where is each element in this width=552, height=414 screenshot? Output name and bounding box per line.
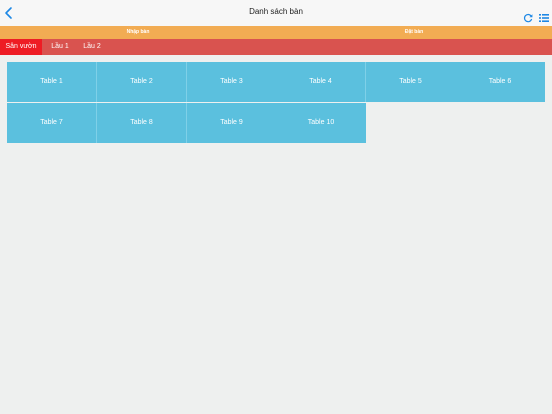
area-tab-lau-1[interactable]: Lầu 1 [44, 39, 76, 55]
table-item[interactable]: Table 3 [187, 62, 277, 102]
nav-bar: Danh sách bàn [0, 0, 552, 27]
order-tab-bar: Nhập bàn Đặt bàn [0, 26, 552, 39]
refresh-icon [523, 13, 533, 23]
table-item[interactable]: Table 7 [7, 103, 97, 143]
list-icon [539, 14, 549, 22]
table-item[interactable]: Table 2 [97, 62, 187, 102]
list-view-button[interactable] [539, 10, 549, 22]
table-item[interactable]: Table 5 [366, 62, 456, 102]
table-item[interactable]: Table 10 [276, 103, 366, 143]
table-item[interactable]: Table 9 [187, 103, 277, 143]
area-tab-bar: Sân vườn Lầu 1 Lầu 2 [0, 39, 552, 55]
table-item[interactable]: Table 4 [276, 62, 366, 102]
table-item[interactable]: Table 8 [97, 103, 187, 143]
page-title: Danh sách bàn [249, 7, 303, 16]
area-tab-san-vuon[interactable]: Sân vườn [0, 39, 42, 55]
table-item[interactable]: Table 1 [7, 62, 97, 102]
refresh-button[interactable] [523, 10, 533, 23]
table-item[interactable]: Table 6 [455, 62, 545, 102]
area-tab-lau-2[interactable]: Lầu 2 [76, 39, 108, 55]
tab-dat-ban[interactable]: Đặt bàn [276, 26, 552, 39]
tab-nhap-ban[interactable]: Nhập bàn [0, 26, 276, 39]
